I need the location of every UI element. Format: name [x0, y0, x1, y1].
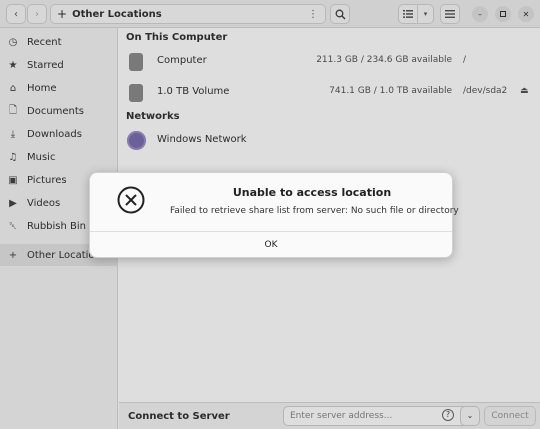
- dialog-title: Unable to access location: [232, 186, 392, 199]
- dialog-message: Failed to retrieve share list from serve…: [170, 206, 459, 216]
- error-dialog: Unable to access location Failed to retr…: [89, 172, 459, 258]
- error-x-icon: [117, 186, 145, 214]
- ok-button[interactable]: OK: [90, 232, 452, 258]
